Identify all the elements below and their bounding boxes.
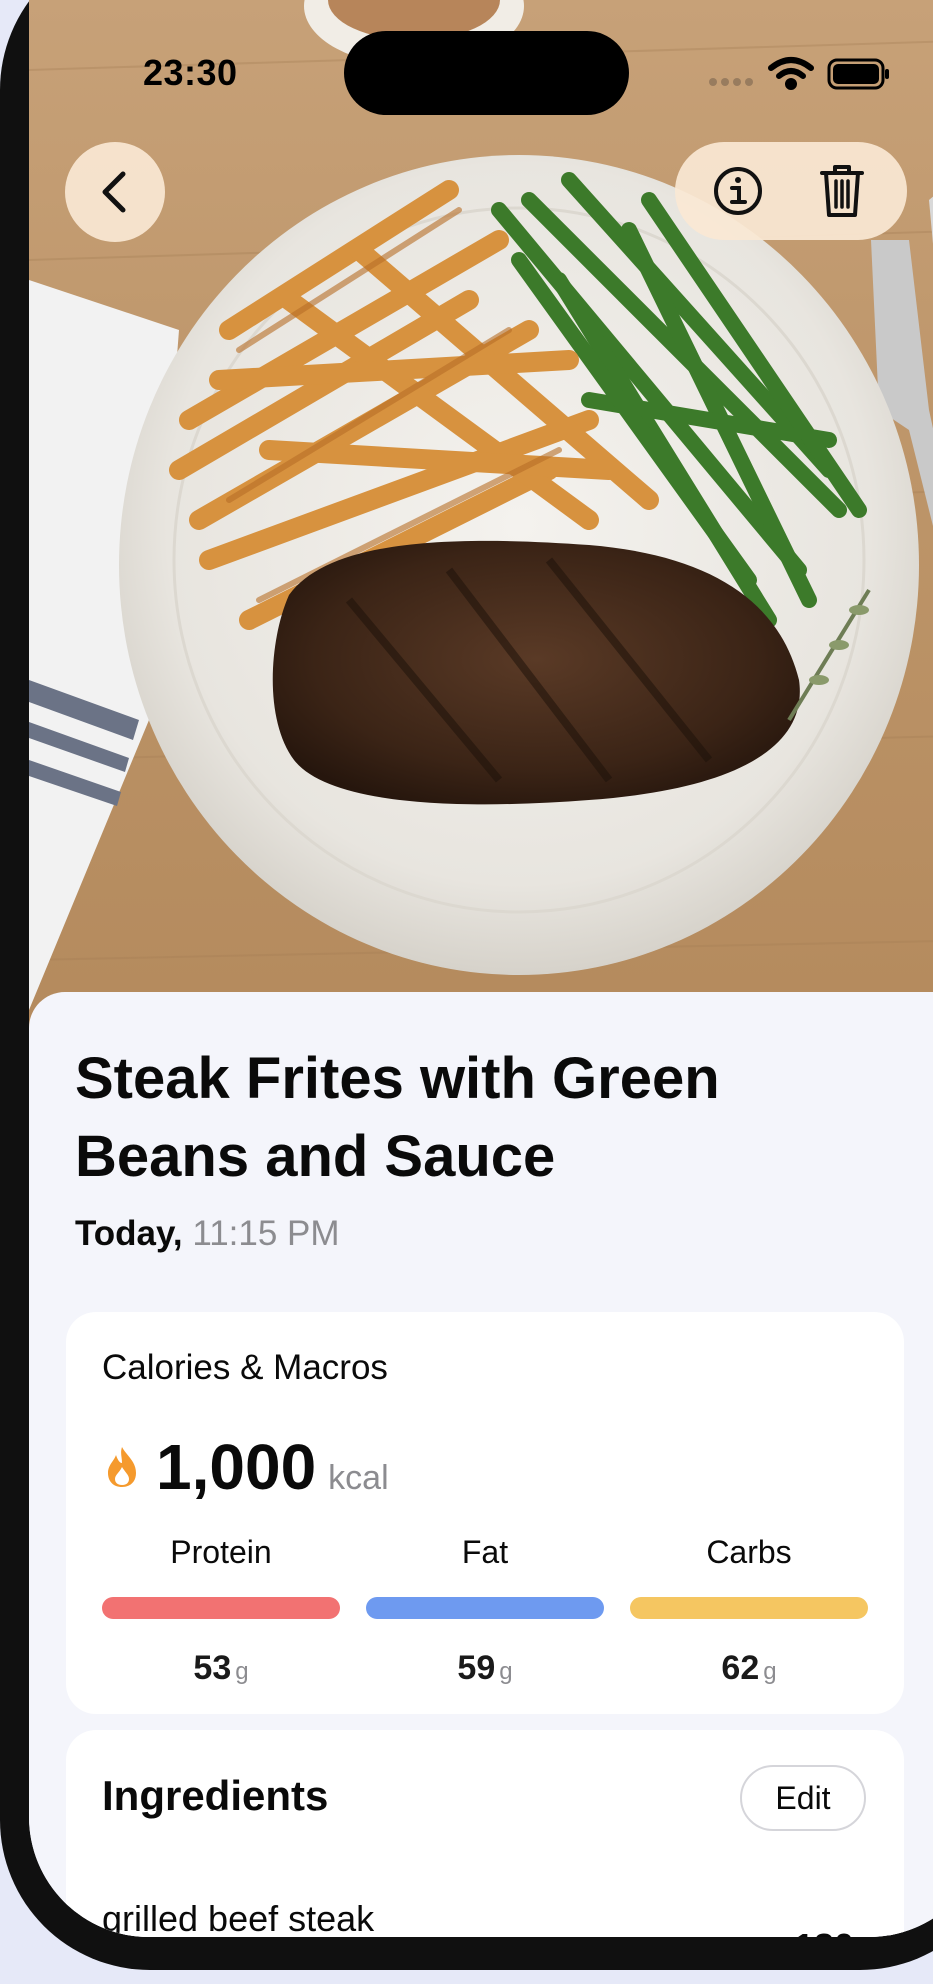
flame-icon — [108, 1447, 136, 1487]
ingredients-title: Ingredients — [102, 1772, 329, 1819]
signal-icon — [709, 78, 753, 86]
ingredient-name[interactable]: grilled beef steak — [102, 1898, 374, 1937]
meal-title: Steak Frites with Green Beans and Sauce — [75, 1046, 720, 1189]
card-title: Calories & Macros — [102, 1348, 388, 1387]
protein-unit: g — [235, 1658, 249, 1685]
protein-grams: 53 — [193, 1649, 232, 1687]
info-button[interactable] — [697, 142, 779, 240]
protein-bar — [102, 1597, 340, 1619]
app-screen: 23:30 Steak Frites with Green Beans and … — [29, 0, 933, 1937]
carbs-bar — [630, 1597, 868, 1619]
fat-bar — [366, 1597, 604, 1619]
status-time: 23:30 — [143, 52, 238, 93]
macro-value: 53 g — [102, 1649, 340, 1688]
calories-row: 1,000 kcal — [102, 1430, 389, 1504]
meal-day: Today, — [75, 1214, 183, 1253]
phone-device: 23:30 Steak Frites with Green Beans and … — [0, 0, 933, 1984]
fat-unit: g — [499, 1658, 513, 1685]
ingredients-card: Ingredients Edit grilled beef steak 180 — [66, 1730, 904, 1937]
ingredient-amount: 180 — [794, 1926, 854, 1937]
delete-button[interactable] — [801, 142, 883, 240]
macro-carbs: Carbs 62 g — [630, 1534, 868, 1688]
macro-value: 62 g — [630, 1649, 868, 1688]
carbs-grams: 62 — [721, 1649, 760, 1687]
fat-grams: 59 — [457, 1649, 496, 1687]
macro-fat: Fat 59 g — [366, 1534, 604, 1688]
macro-protein: Protein 53 g — [102, 1534, 340, 1688]
calories-macros-card[interactable]: Calories & Macros 1,000 kcal Protein 53 g… — [66, 1312, 904, 1714]
carbs-unit: g — [763, 1658, 777, 1685]
edit-ingredients-button[interactable]: Edit — [740, 1765, 866, 1831]
macro-value: 59 g — [366, 1649, 604, 1688]
macro-label: Protein — [170, 1534, 272, 1570]
info-circle-icon — [714, 167, 762, 215]
macro-label: Carbs — [706, 1534, 792, 1570]
status-icons — [709, 54, 889, 99]
action-button-group — [675, 142, 907, 240]
meal-timestamp: Today, 11:15 PM — [75, 1214, 340, 1254]
trash-icon — [820, 165, 864, 217]
dynamic-island — [344, 31, 629, 115]
meal-time: 11:15 PM — [192, 1214, 340, 1253]
wifi-icon — [768, 57, 814, 90]
calories-value: 1,000 — [156, 1431, 317, 1503]
battery-icon — [827, 58, 889, 90]
calories-unit: kcal — [328, 1459, 389, 1497]
back-button[interactable] — [65, 142, 165, 242]
chevron-left-icon — [102, 171, 126, 213]
macro-label: Fat — [461, 1534, 509, 1570]
